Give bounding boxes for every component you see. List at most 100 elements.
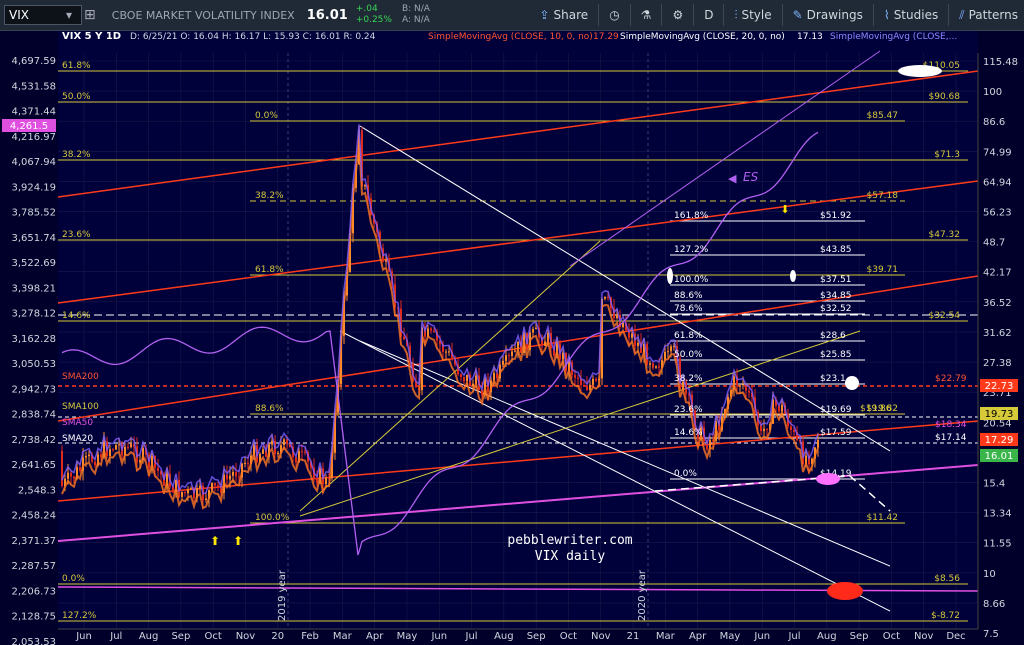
gear-icon: ⚙	[672, 8, 684, 22]
candle-body	[739, 385, 741, 387]
candle-body	[604, 296, 606, 299]
fib-left-pct: 23.6%	[62, 230, 91, 240]
candle-body	[592, 378, 594, 385]
legend-sma20: SimpleMovingAvg (CLOSE, 20, 0, no)	[620, 32, 785, 42]
candle-body	[595, 378, 597, 381]
x-tick-label: Sep	[527, 631, 546, 642]
flask-button[interactable]: ⚗	[635, 0, 658, 30]
patterns-icon: ⫽	[959, 7, 965, 22]
right-price-badge-text: 22.73	[985, 381, 1014, 392]
sma-label: SMA20	[62, 434, 93, 444]
candle-body	[586, 386, 588, 391]
right-tick-label: 48.7	[983, 238, 1005, 249]
candle-body	[181, 491, 183, 497]
year-marker-label: 2020 year	[637, 569, 648, 621]
fib-left-pct: 38.2%	[62, 150, 91, 160]
fib-right-pct: 0.0%	[674, 469, 697, 479]
fib-mid-pct: 88.6%	[255, 404, 284, 414]
symbol-dropdown-icon[interactable]: ▾	[60, 0, 78, 30]
x-tick-label: Jun	[75, 631, 92, 642]
right-tick-label: 64.94	[983, 177, 1012, 188]
fib-right-value: $51.92	[820, 211, 852, 221]
share-button[interactable]: ⇪ Share	[533, 0, 594, 30]
add-symbol-icon[interactable]: ⊞	[78, 0, 102, 30]
x-tick-label: 20	[271, 631, 284, 642]
fib-right-value: $19.69	[820, 405, 852, 415]
history-button[interactable]: ◷	[603, 0, 625, 30]
fib-right-pct: 14.6%	[674, 428, 703, 438]
left-tick-label: 3,278.12	[11, 309, 56, 320]
candle-body	[73, 476, 75, 479]
studies-button[interactable]: ⌇ Studies	[878, 0, 944, 30]
legend-sma10-value: 17.29	[593, 32, 619, 42]
fib-mid-pct: 38.2%	[255, 191, 284, 201]
period-button[interactable]: D	[698, 0, 719, 30]
candle-body	[616, 314, 618, 319]
left-tick-label: 3,785.52	[11, 208, 56, 219]
sma-label: SMA100	[62, 402, 99, 412]
target-marker	[845, 376, 859, 390]
fib-right-value: $28.6	[820, 331, 846, 341]
candle-body	[589, 384, 591, 391]
x-tick-label: 21	[627, 631, 640, 642]
left-tick-label: 3,924.19	[11, 182, 56, 193]
share-icon: ⇪	[539, 8, 550, 22]
patterns-button[interactable]: ⫽ Patterns	[953, 0, 1024, 30]
candle-body	[403, 336, 405, 340]
right-price-badge-text: 16.01	[985, 451, 1014, 462]
settings-button[interactable]: ⚙	[666, 0, 689, 30]
candle-body	[445, 351, 447, 353]
arrow-up-icon: ⬆	[233, 534, 243, 548]
fib-right-value: $34.85	[820, 291, 852, 301]
x-tick-label: Dec	[946, 631, 965, 642]
candle-body	[115, 445, 117, 450]
left-tick-label: 2,128.75	[11, 612, 56, 623]
candle-body	[535, 327, 537, 330]
share-label: Share	[553, 8, 589, 22]
last-price: 16.01	[306, 7, 348, 23]
fib-mid-value: $11.42	[867, 513, 899, 523]
fib-right-pct: 88.6%	[674, 291, 703, 301]
candle-body	[574, 375, 576, 378]
price-chart[interactable]: 2019 year 2020 year VIX 5 Y 1D D: 6/25/21 O…	[0, 31, 1024, 645]
target-marker	[816, 473, 840, 485]
left-tick-label: 2,206.73	[11, 586, 56, 597]
candle-body	[748, 390, 750, 393]
drawings-button[interactable]: ✎ Drawings	[787, 0, 869, 30]
x-tick-label: Oct	[205, 631, 222, 642]
right-tick-label: 115.48	[983, 57, 1018, 68]
fib-left-value: $47.32	[929, 230, 961, 240]
x-tick-label: Jul	[109, 631, 122, 642]
candle-body	[190, 488, 192, 490]
x-tick-label: Aug	[817, 631, 837, 642]
fib-left-value: $32.54	[929, 311, 961, 321]
toolbar: ▾ ⊞ CBOE MARKET VOLATILITY INDEX 16.01 +…	[0, 0, 1024, 31]
fib-mid-value: $57.18	[867, 191, 899, 201]
sma-label: SMA200	[62, 372, 99, 382]
right-tick-label: 27.38	[983, 358, 1012, 369]
right-tick-label: 10	[983, 569, 996, 580]
right-tick-label: 74.99	[983, 147, 1012, 158]
x-tick-label: Sep	[850, 631, 869, 642]
style-label: Style	[741, 8, 772, 22]
x-tick-label: Nov	[914, 631, 934, 642]
candle-body	[262, 449, 264, 454]
left-tick-label: 3,522.69	[11, 258, 56, 269]
style-button[interactable]: ⫶ Style	[728, 0, 777, 30]
candle-body	[316, 478, 318, 483]
target-marker	[790, 270, 796, 282]
right-price-badge-text: 17.29	[985, 435, 1014, 446]
fib-right-pct: 61.8%	[674, 331, 703, 341]
change-pct: +0.25%	[355, 15, 392, 25]
candle-body	[187, 489, 189, 494]
fib-left-value: $-8.72	[931, 611, 960, 621]
x-tick-label: Mar	[333, 631, 353, 642]
fib-mid-value: $39.71	[867, 265, 899, 275]
candle-body	[226, 474, 228, 480]
candle-body	[631, 333, 633, 338]
candle-body	[205, 498, 207, 500]
left-tick-label: 4,216.97	[11, 132, 56, 143]
candle-body	[229, 475, 231, 480]
candle-body	[88, 454, 90, 457]
candle-body	[760, 425, 762, 432]
